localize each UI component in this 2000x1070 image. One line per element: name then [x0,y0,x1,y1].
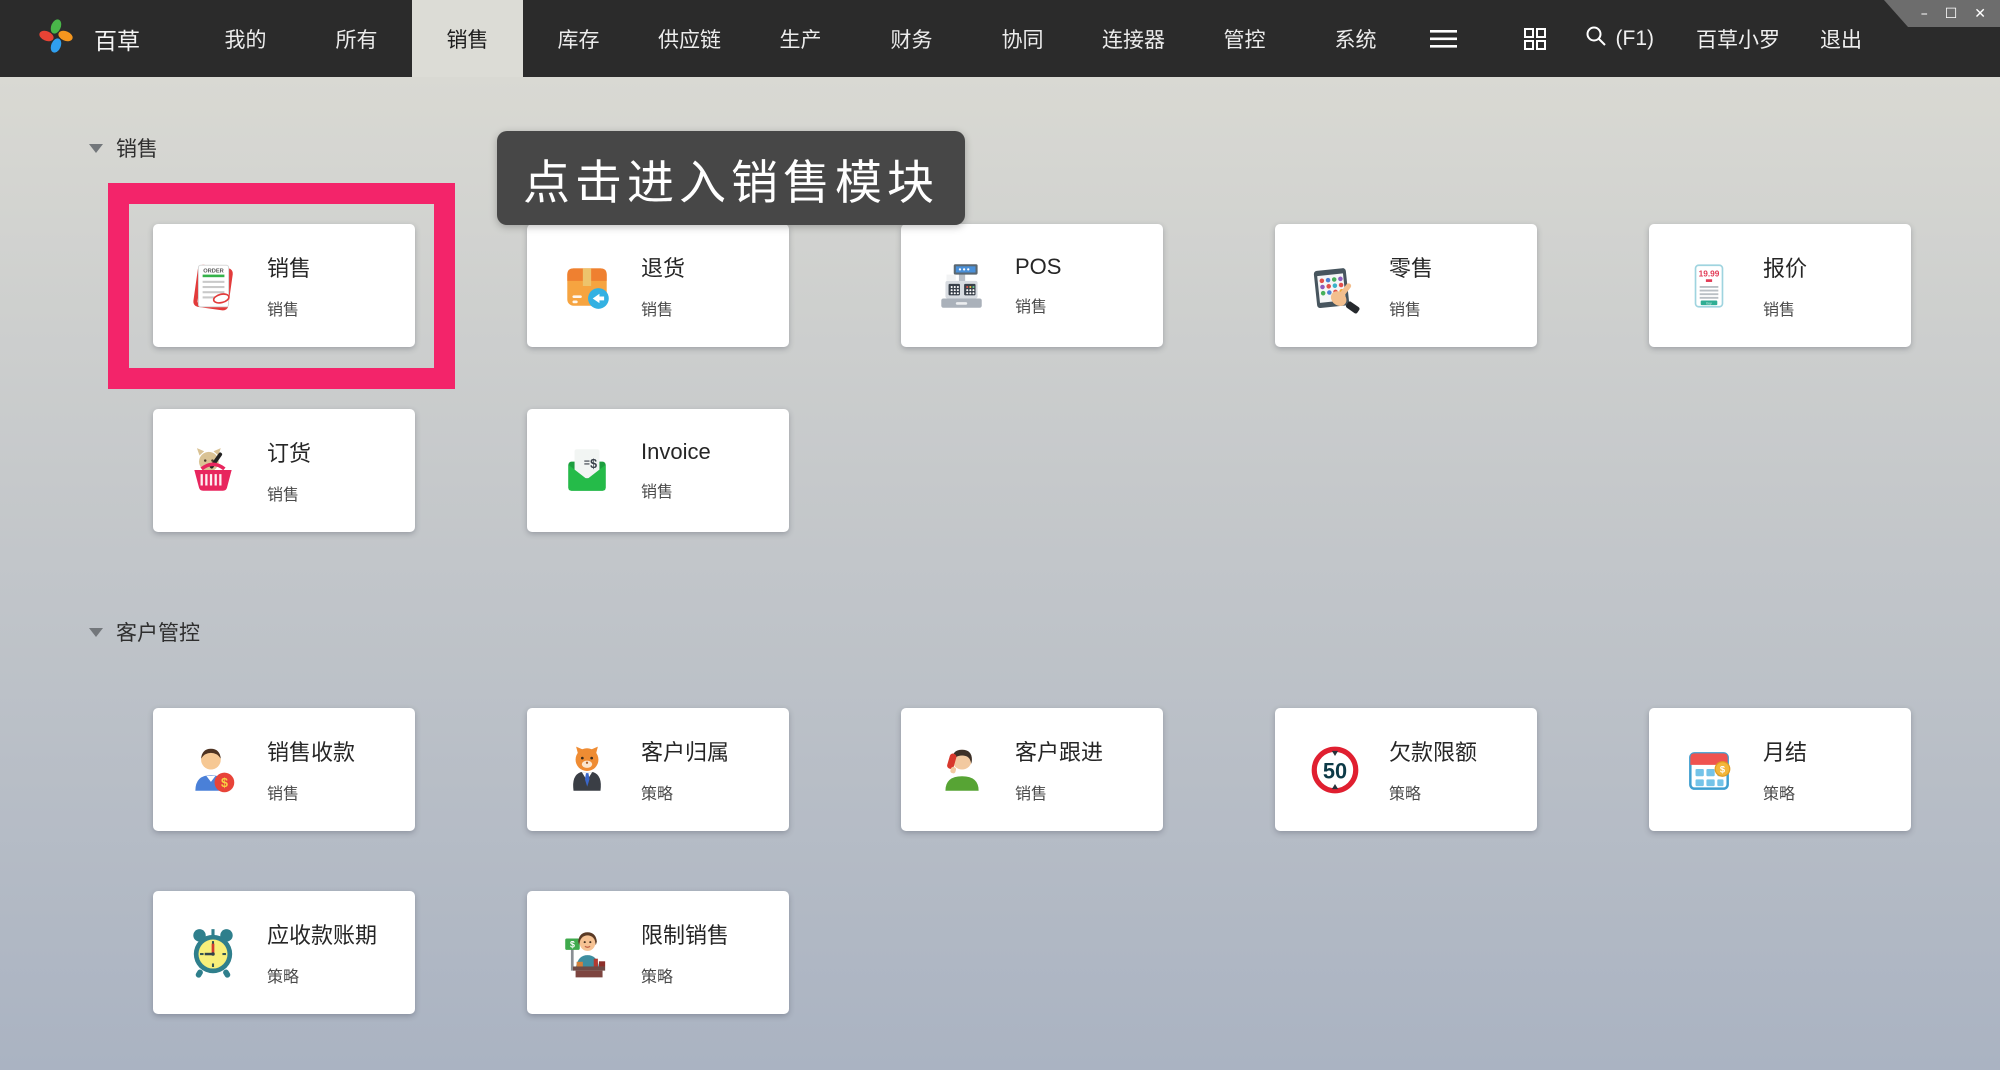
section-title: 客户管控 [116,617,200,647]
titlebar: 百草 我的 所有 销售 库存 供应链 生产 财务 协同 连接器 管控 系统 [0,0,2000,77]
card-subtitle: 策略 [1763,780,1807,804]
module-card-sales[interactable]: ORDER 销售 销售 [153,224,415,347]
card-title: 应收款账期 [267,918,377,950]
card-subtitle: 销售 [1015,293,1061,317]
nav-tab-supply-chain[interactable]: 供应链 [634,0,745,77]
module-launcher: 销售 ORDER 销售 销售 [0,77,2000,1070]
nav-tab-finance[interactable]: 财务 [856,0,967,77]
svg-text:50: 50 [1323,758,1347,783]
current-user[interactable]: 百草小罗 [1696,24,1780,54]
phone-follow-up-icon [933,742,989,798]
card-subtitle: 销售 [267,481,311,505]
card-subtitle: 策略 [1389,780,1477,804]
retail-tablet-icon [1307,258,1363,314]
nav-tab-sales[interactable]: 销售 [412,0,523,77]
return-box-icon [559,258,615,314]
card-subtitle: 销售 [1763,296,1807,320]
card-subtitle: 销售 [641,296,685,320]
section-header-customer-control[interactable]: 客户管控 [89,617,200,647]
nav-tab-all[interactable]: 所有 [301,0,412,77]
card-title: 订货 [267,436,311,468]
module-card-customer-ownership[interactable]: 客户归属 策略 [527,708,789,831]
cat-suit-icon [559,742,615,798]
module-card-retail[interactable]: 零售 销售 [1275,224,1537,347]
card-title: 客户跟进 [1015,735,1103,767]
invoice-envelope-icon: = $ [559,443,615,499]
minimize-icon[interactable]: – [1921,7,1928,21]
card-title: 欠款限额 [1389,735,1477,767]
card-subtitle: 销售 [1015,780,1103,804]
module-card-quote[interactable]: 19.99 buy 报价 销售 [1649,224,1911,347]
card-subtitle: 销售 [267,780,355,804]
app-logo: 百草 [0,0,190,77]
nav-tab-my[interactable]: 我的 [190,0,301,77]
logout-button[interactable]: 退出 [1820,24,1862,54]
module-card-pos[interactable]: POS 销售 [901,224,1163,347]
module-card-debt-limit[interactable]: 50 欠款限额 策略 [1275,708,1537,831]
card-subtitle: 策略 [641,963,729,987]
svg-text:buy: buy [1706,301,1712,305]
svg-text:ORDER: ORDER [203,268,224,274]
card-subtitle: 策略 [641,780,729,804]
limit-50-sign-icon: 50 [1307,742,1363,798]
card-subtitle: 销售 [641,478,711,502]
restricted-seller-icon: $ [559,925,615,981]
card-title: 月结 [1763,735,1807,767]
price-quote-icon: 19.99 buy [1681,258,1737,314]
module-card-customer-follow-up[interactable]: 客户跟进 销售 [901,708,1163,831]
card-subtitle: 策略 [267,963,377,987]
hamburger-menu-icon[interactable] [1411,0,1475,77]
pinwheel-logo-icon [38,18,74,59]
svg-text:$: $ [590,456,597,470]
section-header-sales[interactable]: 销售 [89,133,158,163]
section-title: 销售 [116,133,158,163]
card-subtitle: 销售 [1389,296,1433,320]
nav-tab-inventory[interactable]: 库存 [523,0,634,77]
app-name: 百草 [94,22,140,56]
monthly-calendar-icon: $ [1681,742,1737,798]
card-title: 退货 [641,251,685,283]
card-title: 客户归属 [641,735,729,767]
search-icon [1585,25,1607,53]
module-card-receivable-terms[interactable]: 应收款账期 策略 [153,891,415,1014]
module-card-sales-collection[interactable]: $ 销售收款 销售 [153,708,415,831]
close-icon[interactable]: ✕ [1974,7,1986,21]
card-subtitle: 销售 [267,296,311,320]
sales-order-icon: ORDER [185,258,241,314]
nav-tab-production[interactable]: 生产 [745,0,856,77]
card-title: 报价 [1763,251,1807,283]
salesman-payment-icon: $ [185,742,241,798]
maximize-icon[interactable]: ☐ [1945,7,1958,21]
nav-tab-system[interactable]: 系统 [1300,0,1411,77]
module-card-invoice[interactable]: = $ Invoice 销售 [527,409,789,532]
card-title: 限制销售 [641,918,729,950]
card-title: 零售 [1389,251,1433,283]
svg-text:$: $ [1720,764,1726,774]
card-title: 销售 [267,251,311,283]
card-title: POS [1015,254,1061,280]
nav-tab-control[interactable]: 管控 [1189,0,1300,77]
order-basket-icon [185,443,241,499]
module-card-returns[interactable]: 退货 销售 [527,224,789,347]
alarm-clock-icon [185,925,241,981]
module-card-restricted-sales[interactable]: $ 限制销售 策略 [527,891,789,1014]
nav-tab-collaboration[interactable]: 协同 [967,0,1078,77]
search-button[interactable]: (F1) [1585,25,1655,53]
card-title: Invoice [641,439,711,465]
svg-text:19.99: 19.99 [1699,268,1720,278]
svg-text:$: $ [221,776,228,790]
module-card-ordering[interactable]: 订货 销售 [153,409,415,532]
guide-tooltip: 点击进入销售模块 [497,131,965,225]
cash-register-icon [933,258,989,314]
caret-down-icon [89,144,103,153]
module-card-monthly-settlement[interactable]: $ 月结 策略 [1649,708,1911,831]
card-title: 销售收款 [267,735,355,767]
svg-text:=: = [584,457,590,468]
svg-text:$: $ [570,939,575,949]
apps-grid-icon[interactable] [1523,27,1547,51]
caret-down-icon [89,628,103,637]
nav-tab-connector[interactable]: 连接器 [1078,0,1189,77]
search-hotkey-label: (F1) [1616,27,1655,51]
